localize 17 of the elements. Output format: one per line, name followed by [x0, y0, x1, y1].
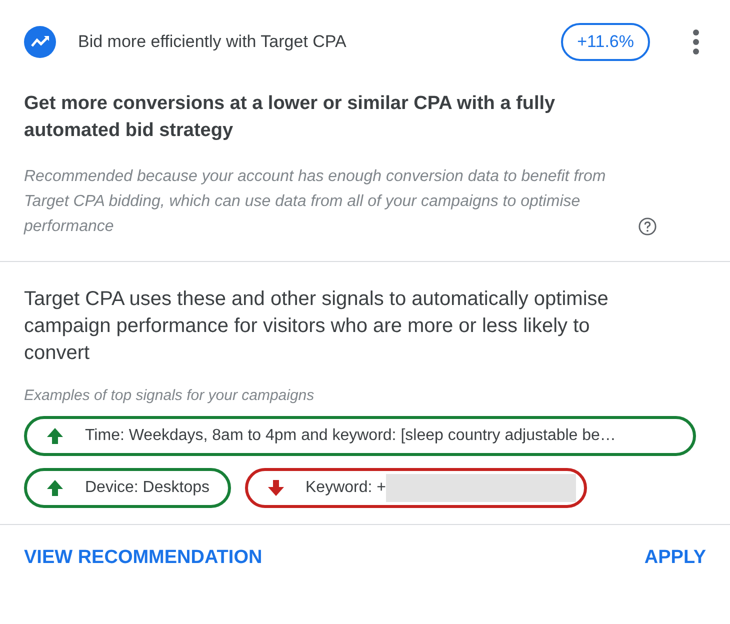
up-arrow-icon [45, 426, 65, 446]
trend-icon [24, 26, 56, 58]
more-menu-icon[interactable] [692, 29, 700, 55]
up-arrow-icon [45, 478, 65, 498]
apply-link[interactable]: APPLY [644, 547, 706, 569]
reason-text: Recommended because your account has enough conversion data to benefit from Target CPA bidding, which can use data from all of your campaigns to optimise performance [24, 167, 607, 237]
signal-label: Keyword: + [306, 479, 386, 497]
uplift-badge: +11.6% [561, 23, 650, 61]
signal-label: Device: Desktops [85, 479, 210, 497]
view-recommendation-link[interactable]: VIEW RECOMMENDATION [24, 547, 262, 569]
signal-label: Time: Weekdays, 8am to 4pm and keyword: [sleep country adjustable be… [85, 427, 616, 445]
down-arrow-icon [266, 478, 286, 498]
signals-caption: Examples of top signals for your campaigns [24, 387, 316, 404]
description: Target CPA uses these and other signals to automatically optimise campaign performance for visitors who are more or less likely to convert [24, 287, 610, 366]
headline: Get more conversions at a lower or similar CPA with a fully automated bid strategy [24, 92, 556, 143]
recommendation-title: Bid more efficiently with Target CPA [78, 32, 348, 52]
help-icon[interactable] [638, 217, 657, 236]
